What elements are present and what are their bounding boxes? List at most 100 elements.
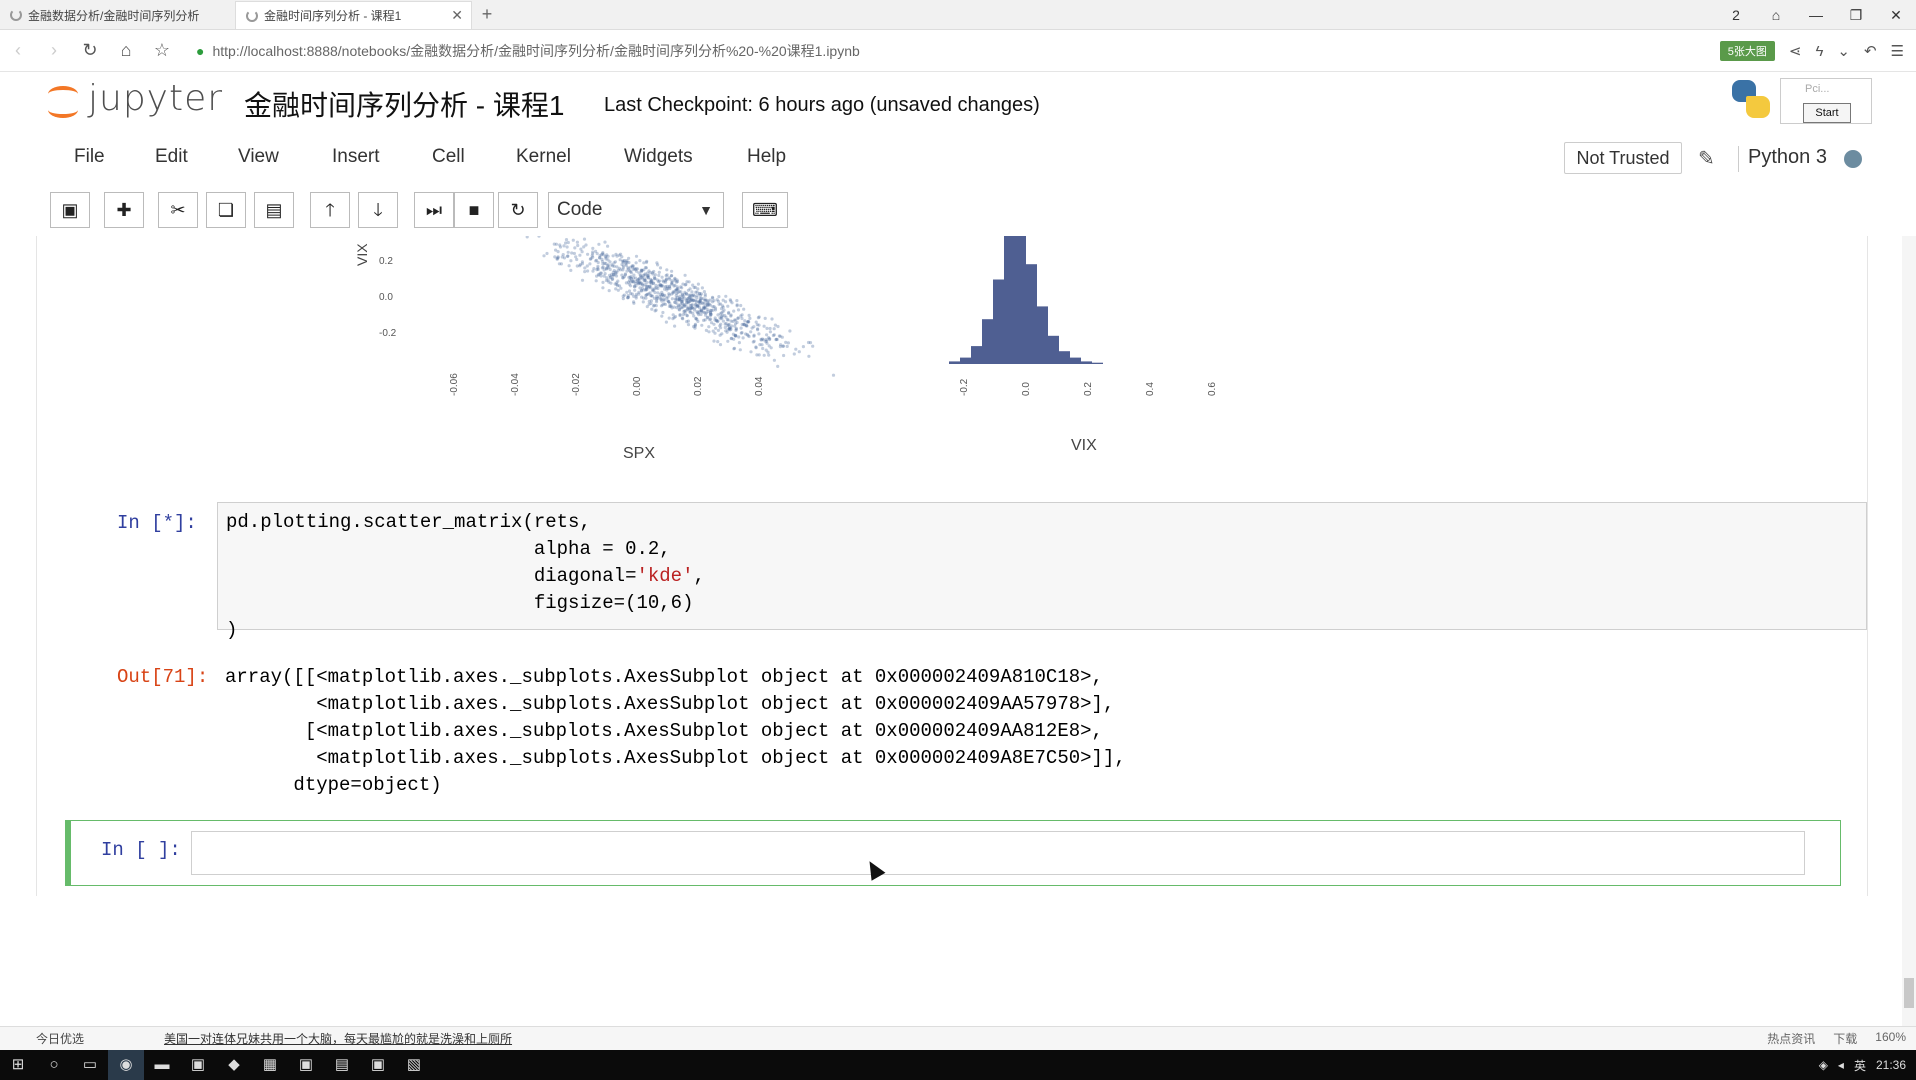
keyboard-icon[interactable]: ⌨ [742,192,788,228]
scatter-point [733,324,737,328]
scatter-point [576,243,580,248]
save-icon[interactable]: ▣ [50,192,90,228]
scatter-point [723,322,727,326]
app-taskbar-icon[interactable]: ◆ [216,1050,252,1080]
app-taskbar-icon[interactable]: ▧ [396,1050,432,1080]
zoom-level[interactable]: 160% [1875,1030,1906,1047]
address-bar: ‹ › ↻ ⌂ ☆ ● http://localhost:8888/notebo… [0,30,1916,72]
scatter-point [739,303,743,308]
minimize-button[interactable]: — [1796,7,1836,23]
selected-empty-cell[interactable]: In [ ]: [65,820,1841,886]
restore-button[interactable]: ❐ [1836,7,1876,24]
page-scrollbar[interactable] [1902,236,1916,1026]
scatter-point [619,286,623,290]
today-picks-link[interactable]: 今日优选 [36,1030,84,1047]
ime-indicator[interactable]: 英 [1854,1057,1866,1074]
menu-view[interactable]: View [238,146,279,168]
back-icon[interactable]: ‹ [0,40,36,61]
stop-icon[interactable]: ■ [454,192,494,228]
jupyter-logo[interactable]: jupyter [46,78,223,119]
scatter-point [646,276,650,280]
scatter-point [747,313,751,317]
scatter-point [670,297,675,301]
start-button[interactable]: Start [1803,103,1851,123]
app-taskbar-icon[interactable]: ▣ [288,1050,324,1080]
app-taskbar-icon[interactable]: ▤ [324,1050,360,1080]
menu-edit[interactable]: Edit [155,146,188,168]
scatter-point [697,300,701,304]
tab-count-badge[interactable]: 2 [1716,7,1756,23]
scatter-point [782,353,786,358]
clock[interactable]: 21:36 [1876,1058,1906,1072]
home-icon[interactable]: ⌂ [108,40,144,61]
cell-type-select[interactable]: Code ▼ [548,192,724,228]
notebook-title[interactable]: 金融时间序列分析 - 课程1 [244,84,564,124]
insert-cell-icon[interactable]: ✚ [104,192,144,228]
scatter-point [660,290,664,294]
network-icon[interactable]: ◈ [1819,1058,1828,1072]
code-cell-input[interactable]: pd.plotting.scatter_matrix(rets, alpha =… [217,502,1867,641]
scatter-point [586,252,590,256]
scatter-point [761,346,765,351]
scatter-point [649,280,653,284]
paste-icon[interactable]: ▤ [254,192,294,228]
code-block[interactable]: pd.plotting.scatter_matrix(rets, alpha =… [226,509,705,644]
download-link[interactable]: 下载 [1833,1030,1857,1047]
new-tab-button[interactable]: + [472,1,502,29]
code-token: , [693,565,705,587]
close-tab-icon[interactable]: ✕ [451,7,463,24]
lightning-icon[interactable]: ϟ [1815,43,1823,60]
menu-widgets[interactable]: Widgets [624,146,693,168]
undo-icon[interactable]: ↶ [1864,42,1877,60]
close-window-button[interactable]: ✕ [1876,7,1916,24]
hot-news-link[interactable]: 热点资讯 [1767,1030,1815,1047]
move-down-icon[interactable]: 🡓 [358,192,398,228]
scatter-point [708,303,713,307]
empty-code-input[interactable] [191,831,1805,875]
url-field[interactable]: ● http://localhost:8888/notebooks/金融数据分析… [196,41,1576,61]
run-icon[interactable]: ⏭ [414,192,454,228]
cut-icon[interactable]: ✂ [158,192,198,228]
reload-icon[interactable]: ↻ [72,40,108,61]
star-icon[interactable]: ☆ [144,40,180,61]
task-view-icon[interactable]: ▭ [72,1050,108,1080]
shirt-icon[interactable]: ⌂ [1756,7,1796,23]
scatter-point [616,268,620,272]
menu-help[interactable]: Help [747,146,786,168]
menu-cell[interactable]: Cell [432,146,465,168]
pencil-icon[interactable]: ✎ [1698,146,1715,171]
menu-insert[interactable]: Insert [332,146,380,168]
folder-taskbar-icon[interactable]: ▬ [144,1050,180,1080]
move-up-icon[interactable]: 🡑 [310,192,350,228]
search-icon[interactable]: ○ [36,1050,72,1080]
scatter-point [727,322,731,326]
app-taskbar-icon[interactable]: ▣ [360,1050,396,1080]
scatter-point [718,312,722,316]
menu-file[interactable]: File [74,146,105,168]
share-icon[interactable]: ⋖ [1789,42,1802,60]
browser-tab-2[interactable]: 金融时间序列分析 - 课程1 ✕ [236,1,472,29]
menu-icon[interactable]: ☰ [1891,42,1904,60]
scatter-point [712,305,716,309]
restart-icon[interactable]: ↻ [498,192,538,228]
not-trusted-button[interactable]: Not Trusted [1564,142,1682,174]
copy-icon[interactable]: ❏ [206,192,246,228]
menu-kernel[interactable]: Kernel [516,146,571,168]
app-taskbar-icon[interactable]: ▦ [252,1050,288,1080]
output-line: dtype=object) [225,774,442,796]
scatter-point [580,260,585,264]
scatter-point [656,291,660,295]
app-taskbar-icon[interactable]: ▣ [180,1050,216,1080]
news-ticker-link[interactable]: 美国一对连体兄妹共用一个大脑，每天最尴尬的就是洗澡和上厕所 [164,1030,512,1047]
chevron-down-icon[interactable]: ⌄ [1837,42,1850,60]
windows-start-icon[interactable]: ⊞ [0,1050,36,1080]
scatter-point [642,261,646,265]
image-badge[interactable]: 5张大图 [1719,41,1775,61]
forward-icon[interactable]: › [36,40,72,61]
scrollbar-thumb[interactable] [1904,978,1914,1008]
browser-taskbar-icon[interactable]: ◉ [108,1050,144,1080]
scatter-point [648,271,652,275]
browser-tab-1[interactable]: 金融数据分析/金融时间序列分析 [0,1,236,29]
scatter-point [591,250,595,254]
volume-icon[interactable]: ◂ [1838,1058,1844,1072]
